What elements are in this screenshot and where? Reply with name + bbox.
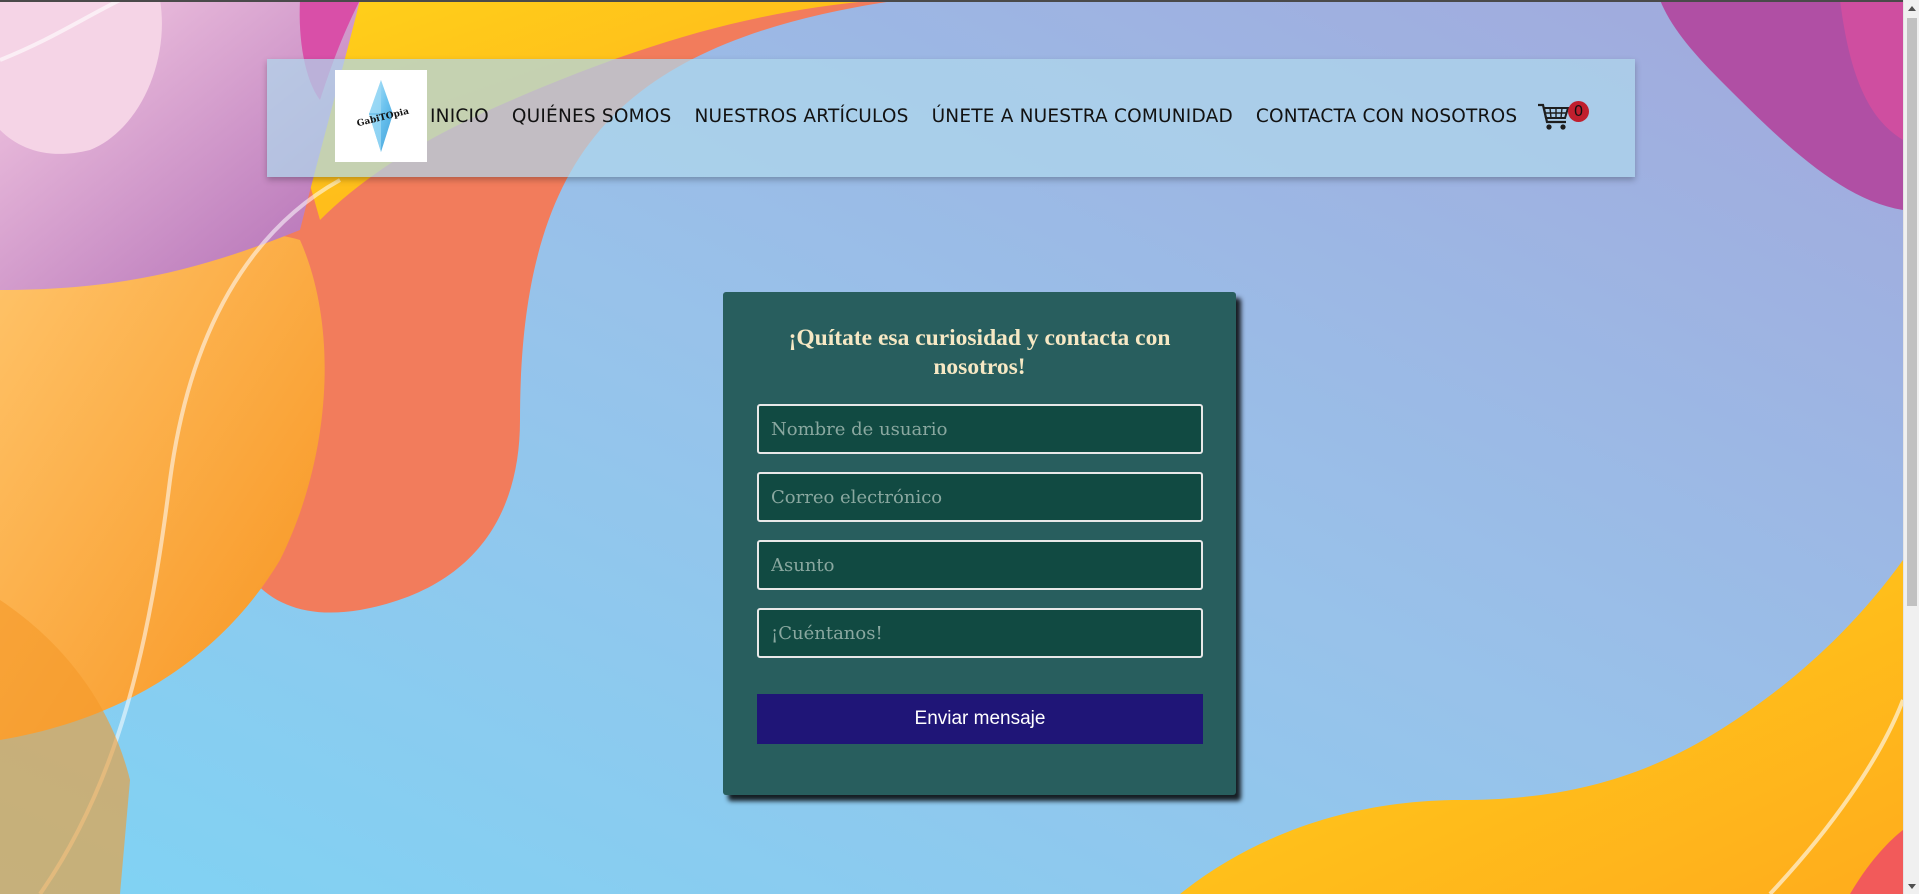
nav-item-nuestros-articulos[interactable]: NUESTROS ARTÍCULOS — [694, 106, 908, 127]
vertical-scrollbar[interactable] — [1903, 0, 1919, 894]
subject-input[interactable] — [757, 540, 1203, 590]
scroll-up-arrow-icon[interactable] — [1904, 0, 1919, 16]
message-input[interactable] — [757, 608, 1203, 658]
scrollbar-thumb[interactable] — [1907, 18, 1917, 606]
email-input[interactable] — [757, 472, 1203, 522]
nav-item-contacta[interactable]: CONTACTA CON NOSOTROS — [1256, 106, 1517, 127]
username-input[interactable] — [757, 404, 1203, 454]
nav-item-quienes-somos[interactable]: QUIÉNES SOMOS — [512, 106, 672, 127]
main-navbar: GabiTOpia INICIO QUIÉNES SOMOS NUESTROS … — [267, 59, 1635, 177]
send-message-button[interactable]: Enviar mensaje — [757, 694, 1203, 744]
nav-menu: INICIO QUIÉNES SOMOS NUESTROS ARTÍCULOS … — [430, 106, 1540, 127]
nav-item-unete-comunidad[interactable]: ÚNETE A NUESTRA COMUNIDAD — [932, 106, 1233, 127]
contact-form-card: ¡Quítate esa curiosidad y contacta con n… — [723, 292, 1236, 795]
cart-count-badge: 0 — [1568, 101, 1589, 122]
contact-form-title: ¡Quítate esa curiosidad y contacta con n… — [788, 325, 1171, 380]
window-top-border — [0, 0, 1919, 2]
site-logo[interactable]: GabiTOpia — [335, 70, 427, 162]
scroll-down-arrow-icon[interactable] — [1904, 878, 1919, 894]
nav-item-inicio[interactable]: INICIO — [430, 106, 489, 127]
